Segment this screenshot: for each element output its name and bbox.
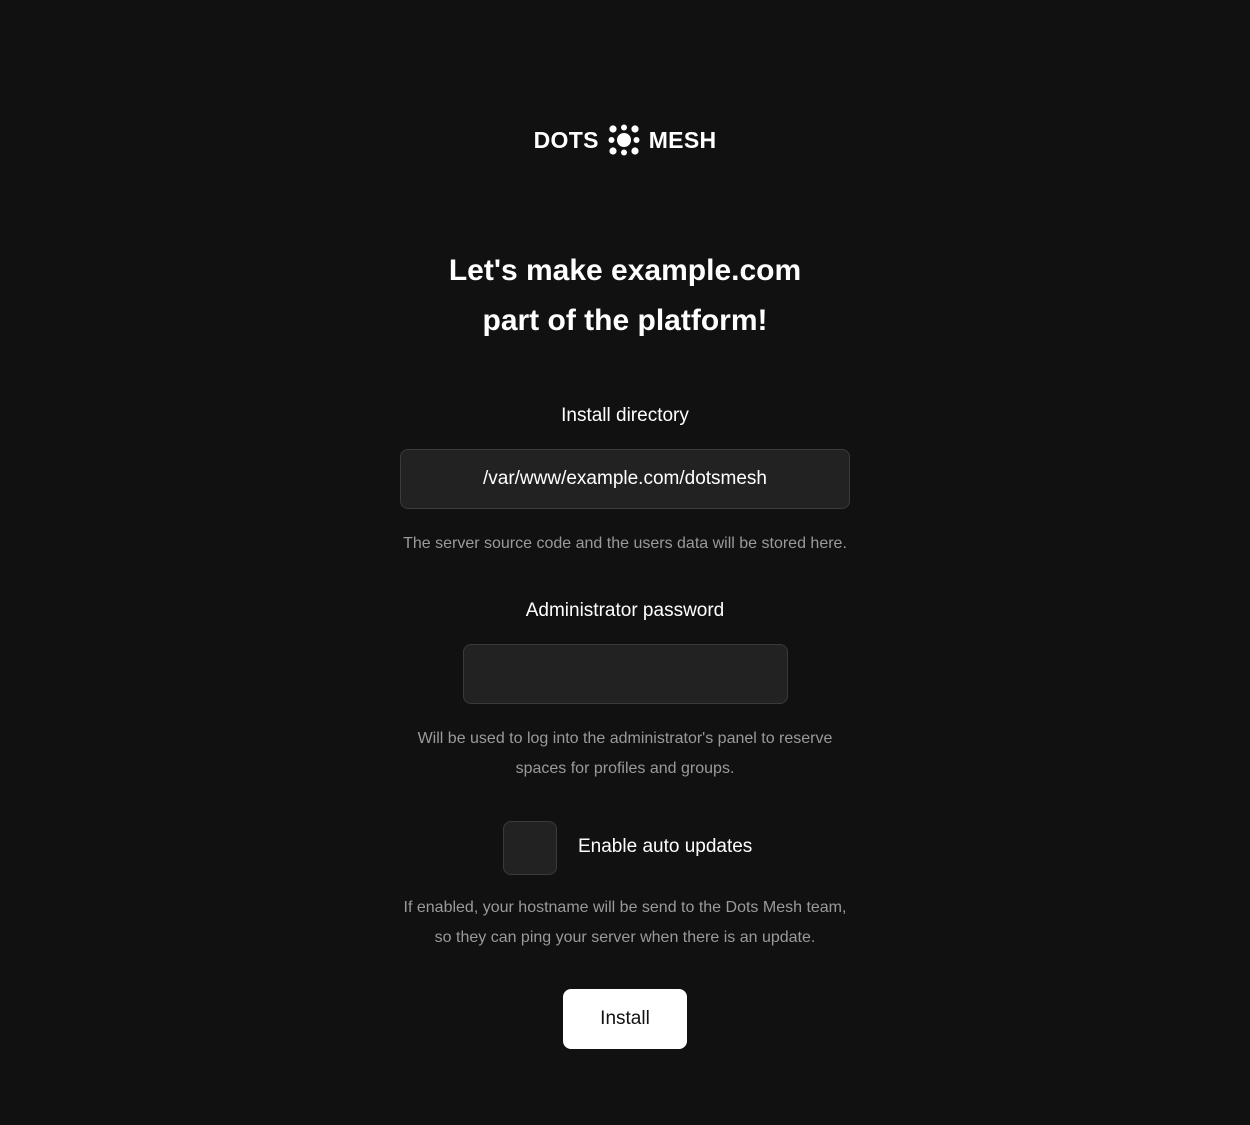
brand-logo: DOTS MESH — [0, 124, 1250, 156]
auto-updates-label[interactable]: Enable auto updates — [578, 836, 752, 858]
admin-password-label: Administrator password — [525, 600, 725, 621]
installer-page: DOTS MESH Let's make example.com part of… — [0, 0, 1250, 1125]
admin-password-hint-line-1: Will be used to log into the administrat… — [417, 730, 833, 747]
admin-password-hint: Will be used to log into the administrat… — [0, 724, 1250, 784]
logo-text-dots: DOTS — [533, 126, 599, 153]
page-title-line-1: Let's make example.com — [448, 254, 802, 287]
admin-password-hint-line-2: spaces for profiles and groups. — [515, 760, 735, 777]
auto-updates-checkbox[interactable] — [503, 821, 557, 875]
install-directory-input[interactable] — [400, 449, 850, 509]
install-directory-hint: The server source code and the users dat… — [0, 529, 1250, 559]
page-title-line-2: part of the platform! — [482, 304, 768, 337]
page-title: Let's make example.com part of the platf… — [0, 246, 1250, 346]
install-directory-label: Install directory — [561, 405, 689, 426]
auto-updates-hint-line-2: so they can ping your server when there … — [434, 929, 816, 946]
install-directory-hint-text: The server source code and the users dat… — [403, 535, 847, 552]
install-button[interactable]: Install — [563, 989, 687, 1049]
logo-text-mesh: MESH — [648, 126, 717, 153]
auto-updates-hint: If enabled, your hostname will be send t… — [0, 893, 1250, 953]
admin-password-input[interactable] — [463, 644, 788, 704]
auto-updates-hint-line-1: If enabled, your hostname will be send t… — [403, 899, 847, 916]
dots-mesh-logo-icon — [608, 124, 640, 156]
